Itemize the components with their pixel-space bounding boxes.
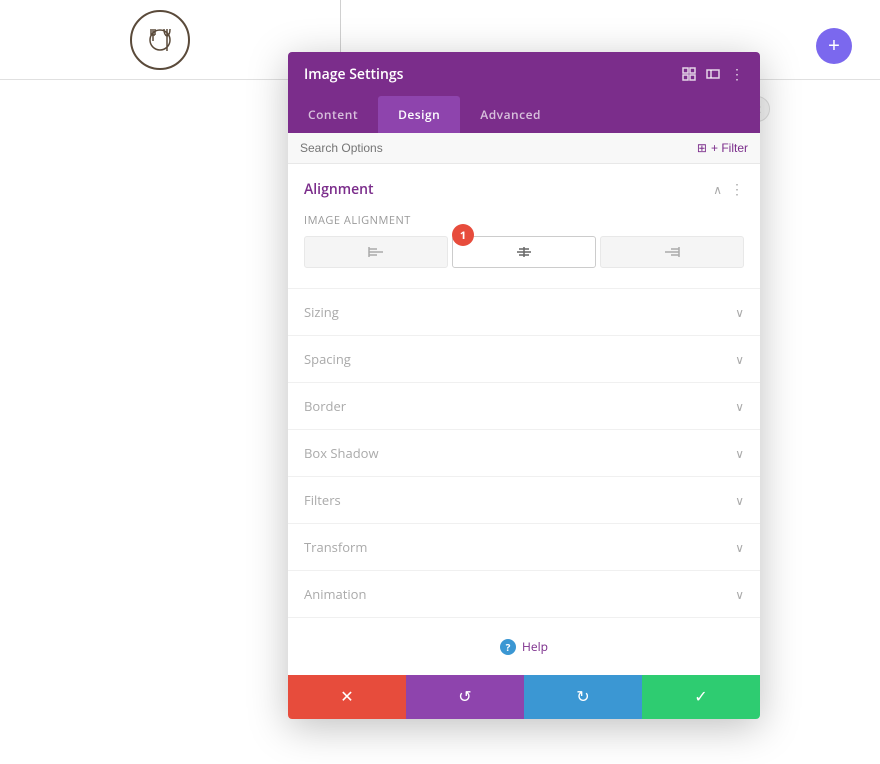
alignment-header-right: ∧ ⋮ [713, 180, 744, 199]
align-center-icon [515, 243, 533, 261]
modal-header-icons: ⋮ [682, 65, 744, 84]
alignment-more-icon[interactable]: ⋮ [730, 180, 744, 199]
search-bar: ⊞ + Filter [288, 133, 760, 164]
alignment-header: Alignment ∧ ⋮ [304, 180, 744, 199]
sizing-label: Sizing [304, 303, 339, 321]
modal-title: Image Settings [304, 65, 403, 84]
search-input[interactable] [300, 141, 697, 155]
undo-icon: ↺ [458, 687, 471, 707]
more-options-icon[interactable]: ⋮ [730, 65, 744, 84]
tab-content[interactable]: Content [288, 96, 378, 133]
save-icon: ✓ [694, 687, 707, 707]
modal-tabs: Content Design Advanced [288, 96, 760, 133]
plus-icon: + [828, 35, 840, 58]
image-alignment-label: Image Alignment [304, 213, 744, 228]
filter-button[interactable]: ⊞ + Filter [697, 141, 748, 155]
box-shadow-section[interactable]: Box Shadow ∨ [288, 430, 760, 477]
save-button[interactable]: ✓ [642, 675, 760, 719]
align-left-button[interactable] [304, 236, 448, 268]
tab-design[interactable]: Design [378, 96, 460, 133]
cancel-button[interactable]: ✕ [288, 675, 406, 719]
add-button[interactable]: + [816, 28, 852, 64]
filters-section[interactable]: Filters ∨ [288, 477, 760, 524]
help-row: ? Help [288, 618, 760, 675]
box-shadow-label: Box Shadow [304, 444, 379, 462]
redo-button[interactable]: ↻ [524, 675, 642, 719]
transform-section[interactable]: Transform ∨ [288, 524, 760, 571]
border-label: Border [304, 397, 346, 415]
alignment-title: Alignment [304, 180, 374, 199]
modal-header: Image Settings ⋮ [288, 52, 760, 96]
filter-icon: ⊞ [697, 141, 707, 155]
border-section[interactable]: Border ∨ [288, 383, 760, 430]
transform-chevron-icon: ∨ [735, 539, 744, 556]
alignment-buttons: 1 [304, 236, 744, 268]
filter-label: + Filter [711, 141, 748, 155]
sizing-chevron-icon: ∨ [735, 304, 744, 321]
undo-button[interactable]: ↺ [406, 675, 524, 719]
align-left-icon [367, 243, 385, 261]
redo-icon: ↻ [576, 687, 589, 707]
help-label[interactable]: Help [522, 638, 548, 655]
modal-body: Alignment ∧ ⋮ Image Alignment 1 [288, 164, 760, 675]
align-right-button[interactable] [600, 236, 744, 268]
alignment-section: Alignment ∧ ⋮ Image Alignment 1 [288, 164, 760, 289]
spacing-chevron-icon: ∨ [735, 351, 744, 368]
logo-icon [145, 25, 175, 55]
help-icon: ? [500, 639, 516, 655]
border-chevron-icon: ∨ [735, 398, 744, 415]
align-center-button[interactable] [452, 236, 596, 268]
sizing-section[interactable]: Sizing ∨ [288, 289, 760, 336]
image-alignment-field: Image Alignment 1 [304, 213, 744, 268]
box-shadow-chevron-icon: ∨ [735, 445, 744, 462]
alignment-collapse-icon[interactable]: ∧ [713, 181, 722, 198]
cancel-icon: ✕ [340, 687, 353, 707]
modal-footer: ✕ ↺ ↻ ✓ [288, 675, 760, 719]
animation-chevron-icon: ∨ [735, 586, 744, 603]
fullscreen-icon[interactable] [682, 67, 696, 81]
tab-advanced[interactable]: Advanced [460, 96, 561, 133]
expand-icon[interactable] [706, 67, 720, 81]
filters-label: Filters [304, 491, 341, 509]
animation-label: Animation [304, 585, 366, 603]
spacing-label: Spacing [304, 350, 351, 368]
spacing-section[interactable]: Spacing ∨ [288, 336, 760, 383]
image-settings-modal: Image Settings ⋮ Content Design [288, 52, 760, 719]
logo [130, 10, 190, 70]
animation-section[interactable]: Animation ∨ [288, 571, 760, 618]
step-badge: 1 [452, 224, 474, 246]
transform-label: Transform [304, 538, 367, 556]
align-right-icon [663, 243, 681, 261]
filters-chevron-icon: ∨ [735, 492, 744, 509]
